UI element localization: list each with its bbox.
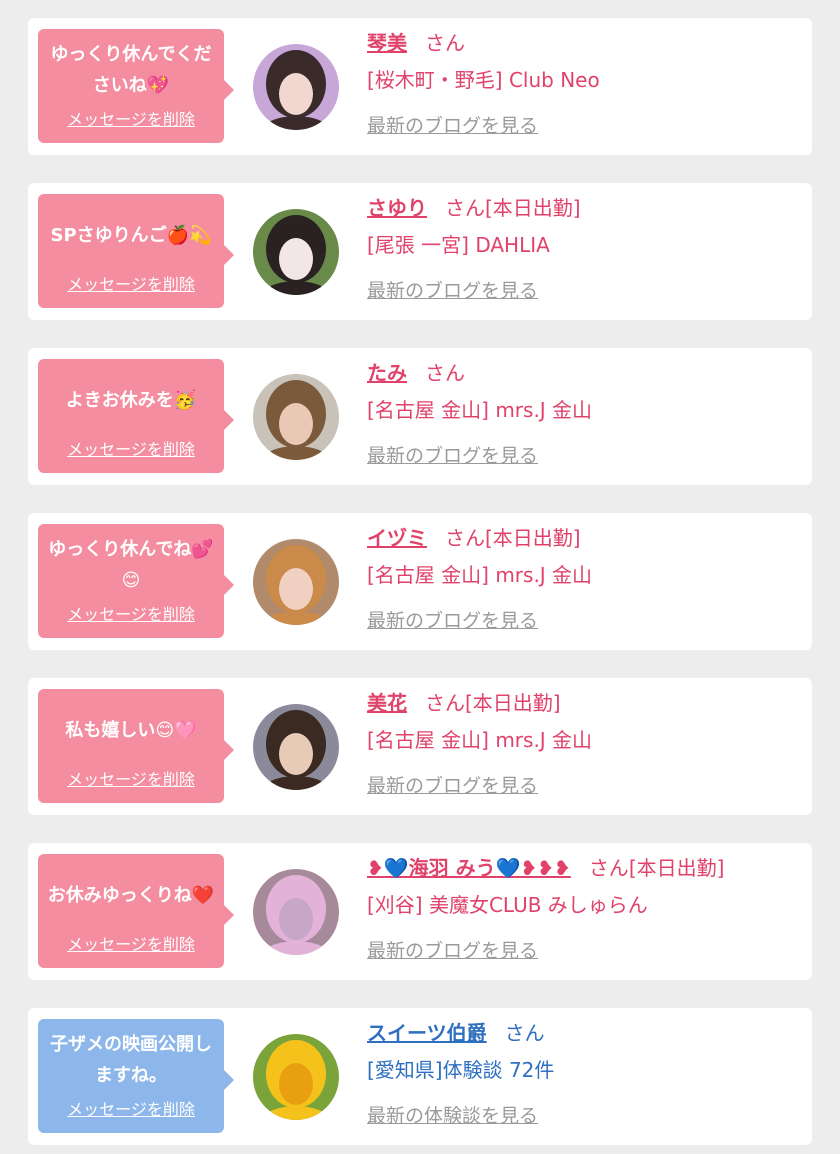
list-item: SPさゆりんご🍎💫 メッセージを削除 さゆり さん[本日出勤] [尾張 一宮] D… [28,183,812,320]
honorific: さん [445,196,485,220]
shop-label: [名古屋 金山] mrs.J 金山 [367,398,593,422]
shop-label: [刈谷] 美魔女CLUB みしゅらん [367,893,648,917]
profile-name-link[interactable]: ❥💙海羽 みう💙❥❥❥ [367,856,571,880]
profile-name-link[interactable]: イヅミ [367,526,427,550]
profile-info: スイーツ伯爵 さん [愛知県]体験談 72件 最新の体験談を見る [367,1018,802,1128]
latest-blog-link[interactable]: 最新のブログを見る [367,111,802,138]
delete-message-link[interactable]: メッセージを削除 [38,436,224,460]
list-item: お休みゆっくりね❤️ メッセージを削除 ❥💙海羽 みう💙❥❥❥ さん[本日出勤] … [28,843,812,980]
list-item: 私も嬉しい😊🩷 メッセージを削除 美花 さん[本日出勤] [名古屋 金山] mrs… [28,678,812,815]
delete-message-link[interactable]: メッセージを削除 [38,601,224,625]
shop-label: [尾張 一宮] DAHLIA [367,233,550,257]
profile-name-link[interactable]: 琴美 [367,31,407,55]
delete-message-link[interactable]: メッセージを削除 [38,1096,224,1120]
message-bubble: SPさゆりんご🍎💫 メッセージを削除 [38,194,234,308]
avatar[interactable] [253,704,339,790]
status-badge: [本日出勤] [485,526,581,550]
avatar[interactable] [253,869,339,955]
profile-info: たみ さん [名古屋 金山] mrs.J 金山 最新のブログを見る [367,358,802,468]
latest-blog-link[interactable]: 最新のブログを見る [367,606,802,633]
profile-info: ❥💙海羽 みう💙❥❥❥ さん[本日出勤] [刈谷] 美魔女CLUB みしゅらん 最… [367,853,802,963]
honorific: さん [588,856,629,880]
profile-name-link[interactable]: さゆり [367,196,427,220]
status-badge: [本日出勤] [485,196,581,220]
list-item: ゆっくり休んでくださいね💖 メッセージを削除 琴美 さん [桜木町・野毛] Clu… [28,18,812,155]
message-bubble: よきお休みを🥳 メッセージを削除 [38,359,234,473]
honorific: さん [425,31,465,55]
profile-info: 琴美 さん [桜木町・野毛] Club Neo 最新のブログを見る [367,28,802,138]
message-text: よきお休みを🥳 [65,389,197,411]
message-text: SPさゆりんご🍎💫 [50,224,212,246]
latest-blog-link[interactable]: 最新の体験談を見る [367,1101,802,1128]
honorific: さん [425,691,465,715]
message-text: ゆっくり休んでね💕😊 [48,539,214,591]
latest-blog-link[interactable]: 最新のブログを見る [367,936,802,963]
avatar[interactable] [253,44,339,130]
profile-name-link[interactable]: たみ [367,361,407,385]
profile-info: 美花 さん[本日出勤] [名古屋 金山] mrs.J 金山 最新のブログを見る [367,688,802,798]
delete-message-link[interactable]: メッセージを削除 [38,106,224,130]
delete-message-link[interactable]: メッセージを削除 [38,931,224,955]
shop-label: [名古屋 金山] mrs.J 金山 [367,728,593,752]
avatar[interactable] [253,209,339,295]
profile-name-link[interactable]: スイーツ伯爵 [367,1021,487,1045]
message-bubble: 子ザメの映画公開しますね。 メッセージを削除 [38,1019,234,1133]
message-bubble: 私も嬉しい😊🩷 メッセージを削除 [38,689,234,803]
latest-blog-link[interactable]: 最新のブログを見る [367,441,802,468]
profile-info: さゆり さん[本日出勤] [尾張 一宮] DAHLIA 最新のブログを見る [367,193,802,303]
message-text: お休みゆっくりね❤️ [47,884,215,906]
status-badge: [本日出勤] [465,691,561,715]
message-bubble: ゆっくり休んでくださいね💖 メッセージを削除 [38,29,234,143]
latest-blog-link[interactable]: 最新のブログを見る [367,771,802,798]
message-list: ゆっくり休んでくださいね💖 メッセージを削除 琴美 さん [桜木町・野毛] Clu… [0,0,840,1154]
delete-message-link[interactable]: メッセージを削除 [38,766,224,790]
message-text: 私も嬉しい😊🩷 [65,719,197,741]
shop-label: [愛知県]体験談 72件 [367,1058,555,1082]
honorific: さん [445,526,485,550]
list-item: 子ザメの映画公開しますね。 メッセージを削除 スイーツ伯爵 さん [愛知県]体験談… [28,1008,812,1145]
message-bubble: お休みゆっくりね❤️ メッセージを削除 [38,854,234,968]
honorific: さん [504,1021,545,1045]
status-badge: [本日出勤] [628,856,725,880]
avatar[interactable] [253,374,339,460]
profile-name-link[interactable]: 美花 [367,691,407,715]
list-item: よきお休みを🥳 メッセージを削除 たみ さん [名古屋 金山] mrs.J 金山 … [28,348,812,485]
delete-message-link[interactable]: メッセージを削除 [38,271,224,295]
profile-info: イヅミ さん[本日出勤] [名古屋 金山] mrs.J 金山 最新のブログを見る [367,523,802,633]
message-text: 子ザメの映画公開しますね。 [50,1034,212,1086]
message-bubble: ゆっくり休んでね💕😊 メッセージを削除 [38,524,234,638]
shop-label: [桜木町・野毛] Club Neo [367,68,600,92]
shop-label: [名古屋 金山] mrs.J 金山 [367,563,593,587]
honorific: さん [425,361,465,385]
latest-blog-link[interactable]: 最新のブログを見る [367,276,802,303]
message-text: ゆっくり休んでくださいね💖 [50,44,212,96]
list-item: ゆっくり休んでね💕😊 メッセージを削除 イヅミ さん[本日出勤] [名古屋 金山]… [28,513,812,650]
avatar[interactable] [253,1034,339,1120]
avatar[interactable] [253,539,339,625]
